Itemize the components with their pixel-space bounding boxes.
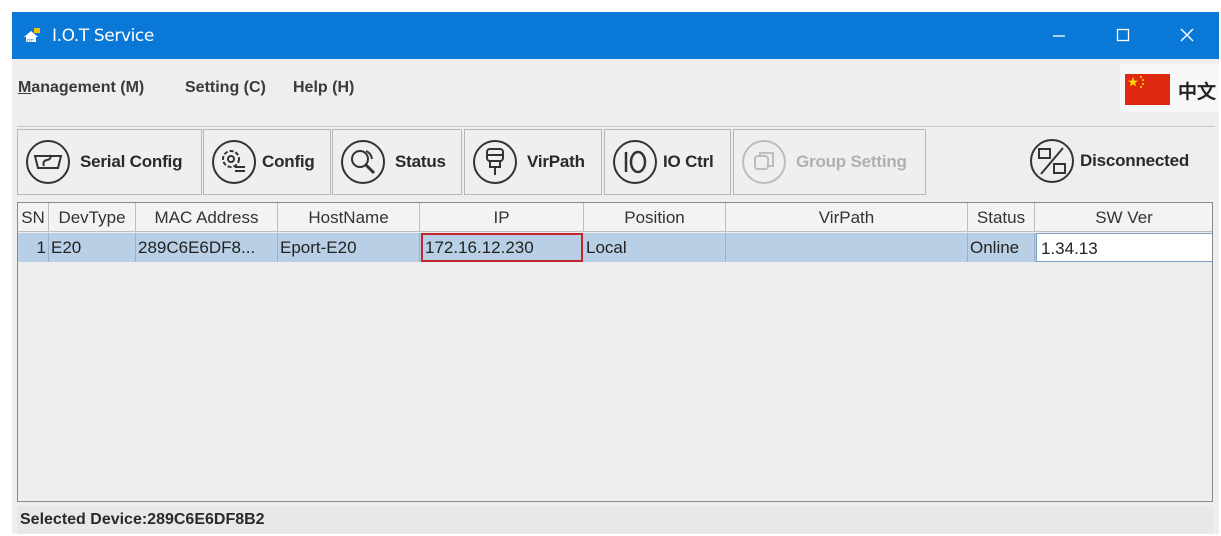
cell-virpath[interactable] [726, 233, 968, 262]
io-ctrl-label: IO Ctrl [663, 152, 714, 171]
svg-text:IOT: IOT [25, 39, 34, 44]
virpath-button[interactable]: VirPath [464, 129, 602, 195]
cell-position[interactable]: Local [584, 233, 726, 262]
app-window: IOT I.O.T Service Management (M) Setting… [12, 12, 1219, 534]
connection-status-label: Disconnected [1080, 151, 1190, 170]
group-setting-label: Group Setting [796, 152, 907, 171]
china-flag-icon [1125, 74, 1170, 105]
column-header-hostname[interactable]: HostName [278, 203, 420, 232]
device-table: SN DevType MAC Address HostName IP Posit… [17, 202, 1213, 502]
column-header-position[interactable]: Position [584, 203, 726, 232]
minimize-button[interactable] [1036, 12, 1082, 59]
group-copy-icon [742, 140, 786, 184]
toolbar: Serial Config Config Status VirPath IO C… [17, 126, 1215, 199]
serial-port-icon [26, 140, 70, 184]
cell-sw-ver[interactable]: 1.34.13 [1036, 233, 1212, 262]
selected-device-text: Selected Device:289C6E6DF8B2 [20, 511, 265, 528]
close-icon [1180, 28, 1194, 42]
column-header-sn[interactable]: SN [18, 203, 49, 232]
magnifier-status-icon [341, 140, 385, 184]
management-label: anagement (M) [31, 79, 145, 96]
cell-devtype[interactable]: E20 [49, 233, 136, 262]
column-header-ip[interactable]: IP [420, 203, 584, 232]
language-label: 中文 [1178, 81, 1217, 103]
window-title: I.O.T Service [52, 26, 154, 46]
column-header-devtype[interactable]: DevType [49, 203, 136, 232]
cell-ip[interactable]: 172.16.12.230 [421, 233, 583, 262]
management-mnemonic: M [18, 79, 32, 96]
status-label: Status [395, 152, 446, 171]
maximize-button[interactable] [1100, 12, 1146, 59]
status-button[interactable]: Status [332, 129, 462, 195]
menu-bar: Management (M) Setting (C) Help (H) 中文 [12, 59, 1219, 117]
connection-status-button[interactable]: Disconnected [1022, 129, 1212, 195]
cell-mac[interactable]: 289C6E6DF8... [136, 233, 278, 262]
maximize-icon [1116, 28, 1130, 42]
virpath-label: VirPath [527, 152, 585, 171]
io-icon [613, 140, 657, 184]
disconnected-icon [1030, 139, 1074, 183]
column-header-virpath[interactable]: VirPath [726, 203, 968, 232]
io-ctrl-button[interactable]: IO Ctrl [604, 129, 731, 195]
table-header: SN DevType MAC Address HostName IP Posit… [18, 203, 1212, 232]
table-row[interactable]: 1 E20 289C6E6DF8... Eport-E20 172.16.12.… [18, 233, 1212, 262]
menu-setting[interactable]: Setting (C) [185, 79, 266, 97]
status-bar: Selected Device:289C6E6DF8B2 [17, 506, 1213, 534]
group-setting-button[interactable]: Group Setting [733, 129, 926, 195]
column-header-mac[interactable]: MAC Address [136, 203, 278, 232]
config-button[interactable]: Config [203, 129, 331, 195]
plug-connector-icon [473, 140, 517, 184]
serial-config-button[interactable]: Serial Config [17, 129, 202, 195]
title-bar[interactable]: IOT I.O.T Service [12, 12, 1219, 59]
app-logo-icon: IOT [24, 28, 40, 44]
serial-config-label: Serial Config [80, 152, 183, 171]
cell-status[interactable]: Online [968, 233, 1035, 262]
menu-management[interactable]: Management (M) [18, 79, 144, 97]
cell-hostname[interactable]: Eport-E20 [278, 233, 420, 262]
menu-help[interactable]: Help (H) [293, 79, 354, 97]
cell-sn[interactable]: 1 [18, 233, 49, 262]
column-header-status[interactable]: Status [968, 203, 1035, 232]
minimize-icon [1053, 35, 1065, 37]
column-header-sw-ver[interactable]: SW Ver [1035, 203, 1212, 232]
config-label: Config [262, 152, 315, 171]
close-button[interactable] [1164, 12, 1210, 59]
settings-gear-icon [212, 140, 256, 184]
language-button[interactable]: 中文 [1120, 64, 1219, 112]
